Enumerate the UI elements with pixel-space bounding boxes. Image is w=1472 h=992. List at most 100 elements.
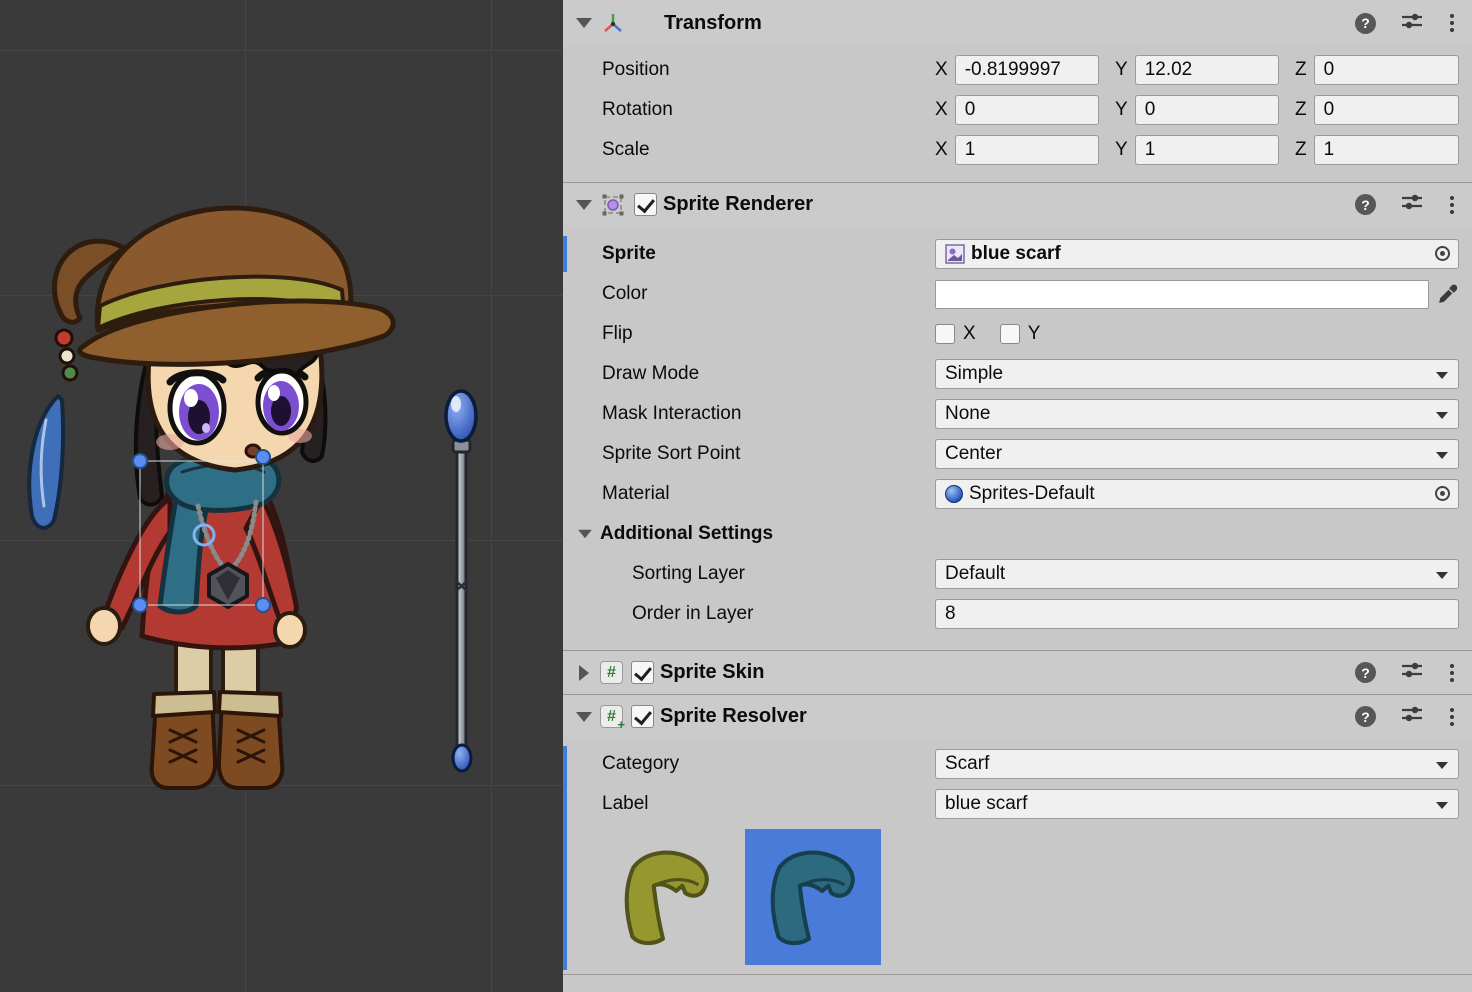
scale-z-input[interactable] (1314, 135, 1459, 165)
category-dropdown[interactable]: Scarf (935, 749, 1459, 779)
character-sprite (29, 208, 393, 788)
color-label: Color (563, 283, 935, 305)
position-row: Position X Y Z (563, 50, 1472, 90)
rotation-x-input[interactable] (955, 95, 1099, 125)
axis-x-label: X (935, 139, 948, 161)
transform-header[interactable]: Transform ? (563, 0, 1472, 46)
flip-y-label: Y (1028, 323, 1041, 345)
sprite-renderer-header[interactable]: Sprite Renderer ? (563, 182, 1472, 226)
foldout-open-icon[interactable] (576, 712, 592, 722)
kebab-menu-icon[interactable] (1448, 12, 1456, 34)
label-label: Label (563, 793, 935, 815)
sprite-renderer-body: Sprite blue scarf Color (563, 226, 1472, 650)
component-enabled-checkbox[interactable] (631, 705, 654, 728)
sprite-renderer-icon (600, 192, 626, 218)
sprite-variant-green-scarf[interactable] (599, 829, 735, 965)
foldout-closed-icon[interactable] (579, 665, 589, 681)
presets-icon[interactable] (1401, 193, 1423, 216)
material-label: Material (563, 483, 935, 505)
rotation-z-input[interactable] (1314, 95, 1459, 125)
component-enabled-checkbox[interactable] (634, 193, 657, 216)
axis-y-label: Y (1115, 99, 1128, 121)
axis-x-label: X (935, 99, 948, 121)
help-icon[interactable]: ? (1355, 662, 1376, 683)
selection-handle[interactable] (133, 598, 147, 612)
draw-mode-value: Simple (945, 363, 1003, 385)
sprite-sort-point-value: Center (945, 443, 1002, 465)
scale-label: Scale (563, 139, 935, 161)
sprite-skin-header[interactable]: # Sprite Skin ? (563, 650, 1472, 694)
override-bar-resolver (563, 746, 567, 970)
additional-settings-label: Additional Settings (600, 523, 773, 545)
draw-mode-dropdown[interactable]: Simple (935, 359, 1459, 389)
foldout-open-icon[interactable] (576, 200, 592, 210)
sprite-skin-title: Sprite Skin (660, 661, 764, 684)
material-object-name: Sprites-Default (969, 483, 1095, 505)
category-label: Category (563, 753, 935, 775)
sprite-skin-script-icon: # (600, 661, 623, 684)
sprite-row: Sprite blue scarf (563, 234, 1472, 274)
selection-handle[interactable] (256, 598, 270, 612)
sprite-sort-point-dropdown[interactable]: Center (935, 439, 1459, 469)
position-x-input[interactable] (955, 55, 1099, 85)
mask-interaction-row: Mask Interaction None (563, 394, 1472, 434)
flip-row: Flip X Y (563, 314, 1472, 354)
sprite-sort-point-label: Sprite Sort Point (563, 443, 935, 465)
foldout-open-icon[interactable] (578, 530, 592, 539)
component-enabled-checkbox[interactable] (631, 661, 654, 684)
label-dropdown[interactable]: blue scarf (935, 789, 1459, 819)
kebab-menu-icon[interactable] (1448, 194, 1456, 216)
material-row: Material Sprites-Default (563, 474, 1472, 514)
sprite-variant-blue-scarf[interactable] (745, 829, 881, 965)
position-z-input[interactable] (1314, 55, 1459, 85)
mask-interaction-value: None (945, 403, 990, 425)
foldout-open-icon[interactable] (576, 18, 592, 28)
sprite-object-field[interactable]: blue scarf (935, 239, 1459, 269)
axis-z-label: Z (1295, 99, 1307, 121)
sprite-label: Sprite (563, 243, 935, 265)
label-value: blue scarf (945, 793, 1027, 815)
flip-y-checkbox[interactable] (1000, 324, 1020, 344)
rotation-y-input[interactable] (1135, 95, 1279, 125)
sorting-layer-dropdown[interactable]: Default (935, 559, 1459, 589)
transform-icon (600, 10, 626, 36)
flip-x-checkbox[interactable] (935, 324, 955, 344)
object-picker-icon[interactable] (1435, 246, 1450, 261)
flip-x-label: X (963, 323, 976, 345)
selection-handle[interactable] (133, 454, 147, 468)
rotation-row: Rotation X Y Z (563, 90, 1472, 130)
flip-label: Flip (563, 323, 935, 345)
sorting-layer-value: Default (945, 563, 1005, 585)
presets-icon[interactable] (1401, 12, 1423, 35)
help-icon[interactable]: ? (1355, 706, 1376, 727)
mask-interaction-label: Mask Interaction (563, 403, 935, 425)
order-in-layer-row: Order in Layer (563, 594, 1472, 634)
color-swatch[interactable] (935, 280, 1429, 309)
sorting-layer-label: Sorting Layer (563, 563, 935, 585)
help-icon[interactable]: ? (1355, 194, 1376, 215)
kebab-menu-icon[interactable] (1448, 662, 1456, 684)
kebab-menu-icon[interactable] (1448, 706, 1456, 728)
selection-handle[interactable] (256, 450, 270, 464)
sprite-object-name: blue scarf (971, 243, 1061, 265)
transform-body: Position X Y Z Rotation X Y Z Scale X (563, 46, 1472, 182)
additional-settings-row[interactable]: Additional Settings (563, 514, 1472, 554)
eyedropper-icon[interactable] (1436, 283, 1459, 306)
scale-x-input[interactable] (955, 135, 1099, 165)
help-icon[interactable]: ? (1355, 13, 1376, 34)
object-picker-icon[interactable] (1435, 486, 1450, 501)
label-row: Label blue scarf (563, 784, 1472, 824)
axis-y-label: Y (1115, 139, 1128, 161)
draw-mode-row: Draw Mode Simple (563, 354, 1472, 394)
scene-view[interactable] (0, 0, 563, 992)
sprite-resolver-header[interactable]: #+ Sprite Resolver ? (563, 694, 1472, 738)
position-y-input[interactable] (1135, 55, 1279, 85)
order-in-layer-input[interactable] (935, 599, 1459, 629)
axis-y-label: Y (1115, 59, 1128, 81)
scale-y-input[interactable] (1135, 135, 1279, 165)
presets-icon[interactable] (1401, 661, 1423, 684)
mask-interaction-dropdown[interactable]: None (935, 399, 1459, 429)
material-object-field[interactable]: Sprites-Default (935, 479, 1459, 509)
draw-mode-label: Draw Mode (563, 363, 935, 385)
presets-icon[interactable] (1401, 705, 1423, 728)
